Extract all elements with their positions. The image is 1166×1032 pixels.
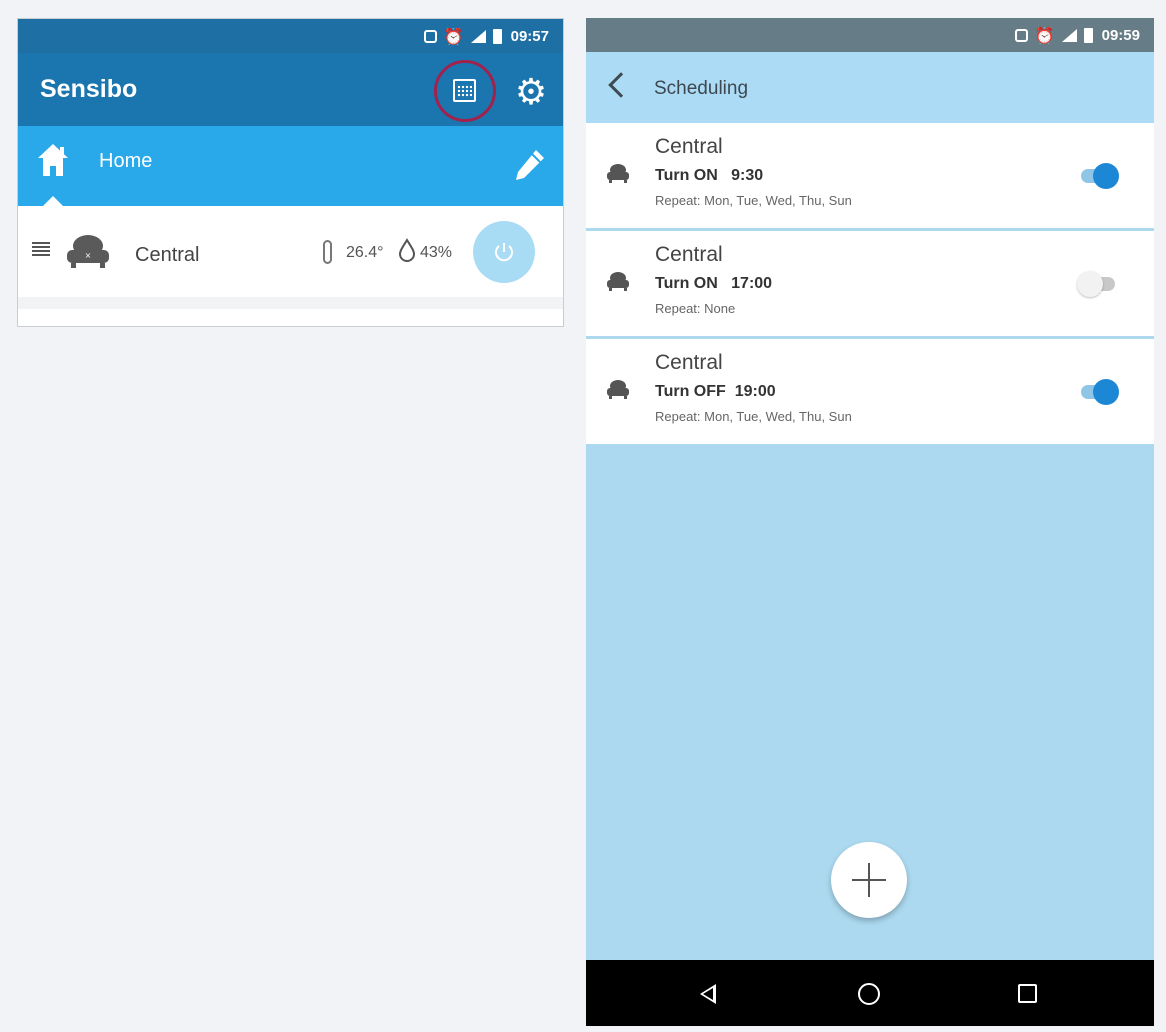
armchair-icon [607,380,629,399]
vibrate-icon [423,29,437,43]
schedule-item[interactable]: Central Turn OFF 19:00 Repeat: Mon, Tue,… [586,339,1154,444]
armchair-icon [607,272,629,291]
alarm-icon: ⏰ [1034,25,1055,45]
battery-icon [1083,27,1093,43]
nav-back-icon[interactable] [700,984,716,1004]
back-icon[interactable] [608,72,634,98]
gear-icon[interactable]: ⚙ [511,73,551,113]
signal-icon [470,29,486,43]
schedule-repeat: Repeat: None [655,301,736,316]
schedule-toggle[interactable] [1077,163,1119,189]
armchair-icon: × [67,235,109,268]
armchair-icon [607,164,629,183]
schedule-action: Turn OFF 19:00 [655,383,776,400]
status-time: 09:57 [510,27,549,45]
status-bar: ⏰ 09:57 [18,19,563,53]
alarm-icon: ⏰ [443,26,464,46]
schedule-device: Central [655,135,723,158]
drag-handle-icon[interactable] [32,242,50,256]
battery-icon [492,28,502,44]
location-label: Home [99,150,153,172]
home-icon [38,144,68,176]
calendar-icon[interactable] [453,79,476,102]
schedule-list: Central Turn ON 9:30 Repeat: Mon, Tue, W… [586,123,1154,447]
power-icon [495,243,513,262]
schedule-toggle[interactable] [1077,271,1119,297]
svg-text:×: × [85,251,92,260]
page-title: Scheduling [654,78,749,99]
pencil-icon[interactable] [510,146,548,184]
right-phone-screen: ⏰ 09:59 Scheduling Central Turn ON 9:30 … [586,18,1154,1026]
schedule-device: Central [655,243,723,266]
schedule-action: Turn ON 9:30 [655,167,764,184]
nav-recent-icon[interactable] [1018,984,1037,1003]
humidity-drop-icon [398,238,416,262]
schedule-repeat: Repeat: Mon, Tue, Wed, Thu, Sun [655,409,852,424]
device-name: Central [135,244,200,266]
schedule-toggle[interactable] [1077,379,1119,405]
nav-home-icon[interactable] [858,983,880,1005]
add-schedule-button[interactable] [831,842,907,918]
app-title: Sensibo [40,75,138,103]
temperature-value: 26.4° [346,244,384,261]
schedule-item[interactable]: Central Turn ON 9:30 Repeat: Mon, Tue, W… [586,123,1154,228]
app-bar: Scheduling [586,52,1154,123]
app-bar: Sensibo ⚙ [18,53,563,126]
status-time: 09:59 [1101,26,1140,44]
schedule-device: Central [655,351,723,374]
schedule-repeat: Repeat: Mon, Tue, Wed, Thu, Sun [655,193,852,208]
schedule-item[interactable]: Central Turn ON 17:00 Repeat: None [586,231,1154,336]
power-button[interactable] [473,221,535,283]
android-nav-bar [586,960,1154,1026]
schedule-action: Turn ON 17:00 [655,275,773,292]
vibrate-icon [1014,28,1028,42]
signal-icon [1061,28,1077,42]
location-bar[interactable]: Home [18,126,563,207]
status-bar: ⏰ 09:59 [586,18,1154,52]
device-row[interactable]: × Central 26.4° 43% [18,206,563,309]
left-phone-screen: ⏰ 09:57 Sensibo ⚙ Home × Central 26.4° 4… [17,18,564,327]
humidity-value: 43% [420,244,453,261]
thermometer-icon [323,240,332,264]
